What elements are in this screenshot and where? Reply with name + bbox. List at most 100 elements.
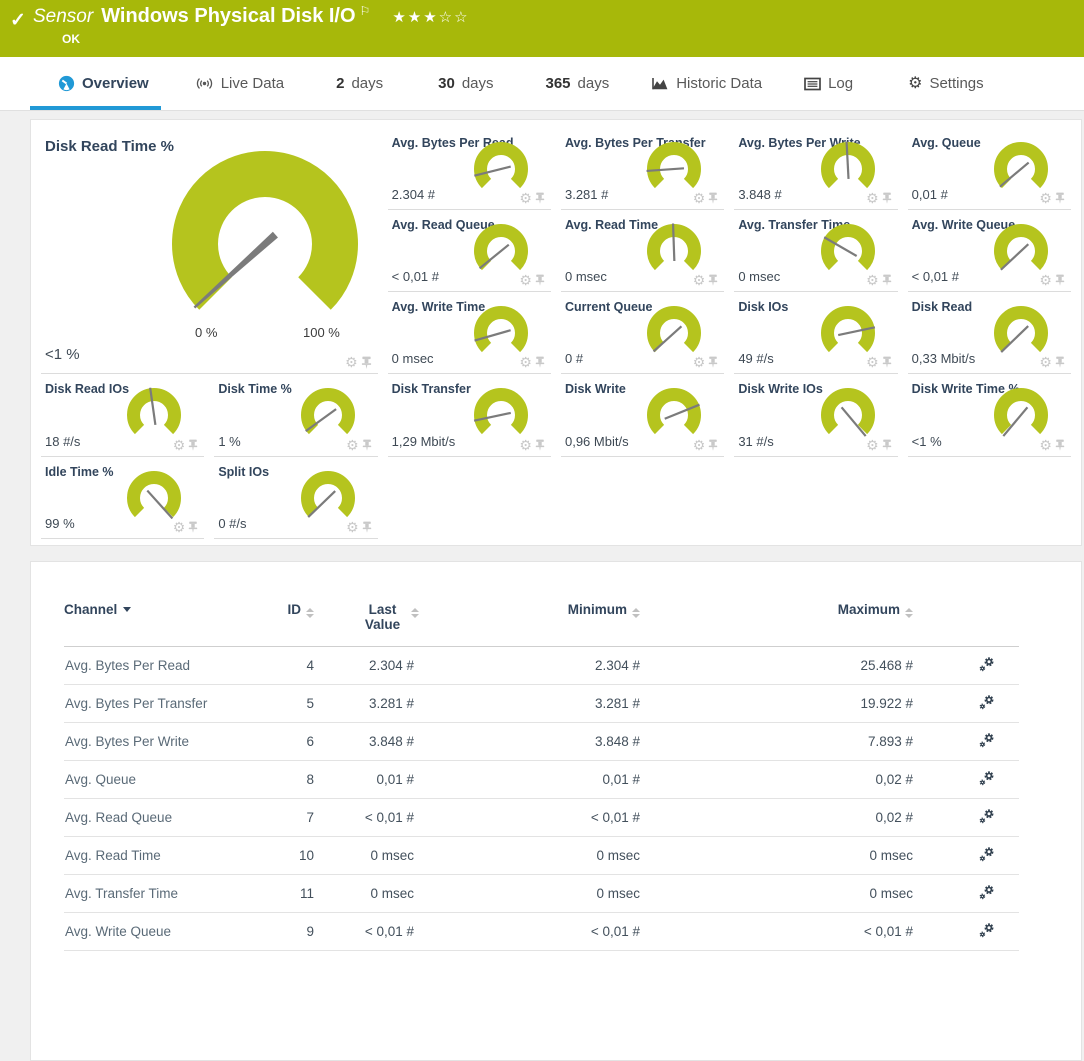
tab-2-days[interactable]: 2 days bbox=[336, 57, 383, 110]
gear-icon[interactable]: ⚙ bbox=[866, 273, 879, 287]
channel-name[interactable]: Avg. Read Queue bbox=[64, 799, 264, 837]
gear-icon[interactable]: ⚙ bbox=[346, 438, 359, 452]
gear-icon[interactable]: ⚙ bbox=[519, 438, 532, 452]
gear-icon[interactable]: ⚙ bbox=[693, 191, 706, 205]
area-chart-icon bbox=[651, 76, 669, 91]
tab-historic-data[interactable]: Historic Data bbox=[651, 57, 762, 110]
gear-icon[interactable]: ⚙ bbox=[519, 355, 532, 369]
channel-settings-button[interactable] bbox=[978, 922, 996, 939]
pin-icon[interactable] bbox=[535, 192, 545, 204]
channel-settings-button[interactable] bbox=[978, 694, 996, 711]
gear-icon[interactable]: ⚙ bbox=[1039, 438, 1052, 452]
channel-last-value: 0 msec bbox=[324, 837, 454, 875]
gear-icon[interactable]: ⚙ bbox=[866, 191, 879, 205]
gear-icon[interactable]: ⚙ bbox=[866, 355, 879, 369]
primary-gauge-tile: Disk Read Time % 0 % 100 % <1 % ⚙ bbox=[41, 128, 378, 374]
gear-icon: ⚙ bbox=[908, 76, 922, 92]
col-label: Maximum bbox=[838, 602, 900, 617]
col-header-id[interactable]: ID bbox=[264, 596, 324, 647]
gauge-value: 0 msec bbox=[565, 269, 607, 284]
pin-icon[interactable] bbox=[362, 521, 372, 533]
pin-icon[interactable] bbox=[708, 274, 718, 286]
gear-icon[interactable]: ⚙ bbox=[693, 355, 706, 369]
gauge-tile: Disk Write IOs 31 #/s ⚙ bbox=[734, 374, 897, 457]
pin-icon[interactable] bbox=[882, 274, 892, 286]
pin-icon[interactable] bbox=[708, 192, 718, 204]
channel-name[interactable]: Avg. Transfer Time bbox=[64, 875, 264, 913]
pin-icon[interactable] bbox=[535, 274, 545, 286]
col-label: Last Value bbox=[360, 602, 406, 632]
gear-icon[interactable]: ⚙ bbox=[1039, 273, 1052, 287]
tab-live-data[interactable]: Live Data bbox=[195, 57, 284, 110]
channel-settings-button[interactable] bbox=[978, 884, 996, 901]
gauge-tile: Avg. Bytes Per Write 3.848 # ⚙ bbox=[734, 128, 897, 210]
gauge-dial bbox=[159, 144, 371, 344]
stars-filled[interactable]: ★★★ bbox=[392, 9, 438, 26]
channel-id: 8 bbox=[264, 761, 324, 799]
priority-stars[interactable]: ★★★☆☆ bbox=[392, 8, 469, 26]
pin-icon[interactable] bbox=[1055, 192, 1065, 204]
sensor-header: ✓ Sensor Windows Physical Disk I/O ⚐ ★★★… bbox=[0, 0, 1084, 57]
page-title: Windows Physical Disk I/O bbox=[101, 5, 355, 28]
pin-icon[interactable] bbox=[362, 439, 372, 451]
gear-icon[interactable]: ⚙ bbox=[1039, 355, 1052, 369]
channel-settings-button[interactable] bbox=[978, 732, 996, 749]
tab-label: days bbox=[462, 75, 494, 92]
channel-name[interactable]: Avg. Queue bbox=[64, 761, 264, 799]
channel-settings-button[interactable] bbox=[978, 808, 996, 825]
col-header-minimum[interactable]: Minimum bbox=[454, 596, 684, 647]
col-label: Minimum bbox=[568, 602, 627, 617]
pin-icon[interactable] bbox=[708, 356, 718, 368]
tab-settings[interactable]: ⚙ Settings bbox=[908, 57, 984, 110]
pin-icon[interactable] bbox=[882, 356, 892, 368]
channel-row: Avg. Bytes Per Transfer 5 3.281 # 3.281 … bbox=[64, 685, 1019, 723]
channel-id: 9 bbox=[264, 913, 324, 951]
gear-icon[interactable]: ⚙ bbox=[173, 438, 186, 452]
pin-icon[interactable] bbox=[188, 439, 198, 451]
channel-settings-button[interactable] bbox=[978, 770, 996, 787]
pin-icon[interactable] bbox=[188, 521, 198, 533]
pin-icon[interactable] bbox=[882, 439, 892, 451]
col-header-maximum[interactable]: Maximum bbox=[684, 596, 929, 647]
channel-name[interactable]: Avg. Bytes Per Write bbox=[64, 723, 264, 761]
gear-icon[interactable]: ⚙ bbox=[519, 273, 532, 287]
gauge-tile: Disk Read IOs 18 #/s ⚙ bbox=[41, 374, 204, 457]
channel-maximum: 0 msec bbox=[684, 837, 929, 875]
tab-365-days[interactable]: 365 days bbox=[546, 57, 610, 110]
pin-icon[interactable] bbox=[882, 192, 892, 204]
tab-log[interactable]: Log bbox=[804, 57, 853, 110]
gear-icon[interactable]: ⚙ bbox=[693, 273, 706, 287]
pin-icon[interactable] bbox=[361, 356, 372, 369]
gear-icon[interactable]: ⚙ bbox=[173, 520, 186, 534]
priority-flag-icon[interactable]: ⚐ bbox=[360, 4, 371, 18]
col-header-last-value[interactable]: Last Value bbox=[324, 596, 454, 647]
channel-name[interactable]: Avg. Bytes Per Transfer bbox=[64, 685, 264, 723]
pin-icon[interactable] bbox=[1055, 356, 1065, 368]
col-header-channel[interactable]: Channel bbox=[64, 596, 264, 647]
gauge-value: 1,29 Mbit/s bbox=[392, 434, 456, 449]
channel-maximum: 7.893 # bbox=[684, 723, 929, 761]
pin-icon[interactable] bbox=[708, 439, 718, 451]
channel-name[interactable]: Avg. Read Time bbox=[64, 837, 264, 875]
gear-icon[interactable]: ⚙ bbox=[345, 355, 358, 369]
gear-icon[interactable]: ⚙ bbox=[519, 191, 532, 205]
gauge-value: 0 msec bbox=[392, 351, 434, 366]
channel-settings-button[interactable] bbox=[978, 656, 996, 673]
gear-icon[interactable]: ⚙ bbox=[693, 438, 706, 452]
channel-settings-button[interactable] bbox=[978, 846, 996, 863]
gear-icon[interactable]: ⚙ bbox=[866, 438, 879, 452]
pin-icon[interactable] bbox=[1055, 439, 1065, 451]
gear-icon[interactable]: ⚙ bbox=[1039, 191, 1052, 205]
pin-icon[interactable] bbox=[535, 439, 545, 451]
channel-name[interactable]: Avg. Bytes Per Read bbox=[64, 647, 264, 685]
tab-30-days[interactable]: 30 days bbox=[438, 57, 493, 110]
gauge-tile: Disk Write Time % <1 % ⚙ bbox=[908, 374, 1071, 457]
sort-icon bbox=[411, 608, 419, 618]
pin-icon[interactable] bbox=[1055, 274, 1065, 286]
gauge-value: 49 #/s bbox=[738, 351, 773, 366]
tab-overview[interactable]: Overview bbox=[58, 57, 149, 110]
gear-icon[interactable]: ⚙ bbox=[346, 520, 359, 534]
channel-name[interactable]: Avg. Write Queue bbox=[64, 913, 264, 951]
stars-empty[interactable]: ☆☆ bbox=[439, 9, 470, 26]
pin-icon[interactable] bbox=[535, 356, 545, 368]
